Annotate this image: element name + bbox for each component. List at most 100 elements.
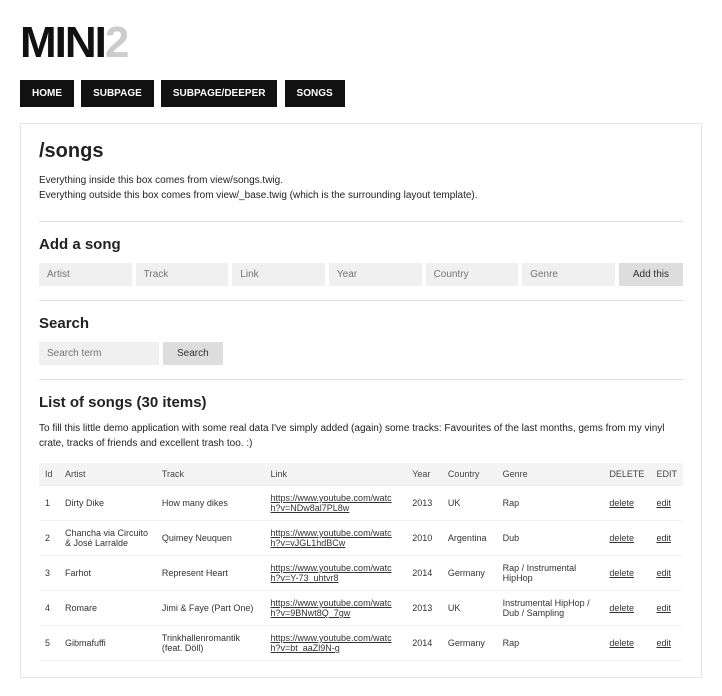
cell-edit: edit — [650, 486, 683, 521]
th-edit: EDIT — [650, 463, 683, 486]
song-link[interactable]: https://www.youtube.com/watch?v=bt_aaZl9… — [271, 633, 392, 653]
cell-year: 2013 — [406, 486, 442, 521]
cell-link: https://www.youtube.com/watch?v=NDw8al7P… — [265, 486, 407, 521]
cell-artist: Chancha via Circuito & José Larralde — [59, 521, 156, 556]
cell-year: 2013 — [406, 591, 442, 626]
cell-country: Germany — [442, 556, 497, 591]
cell-genre: Rap — [497, 626, 604, 661]
logo: MINI2 — [20, 18, 702, 68]
th-link: Link — [265, 463, 407, 486]
delete-link[interactable]: delete — [609, 533, 634, 543]
delete-link[interactable]: delete — [609, 603, 634, 613]
search-heading: Search — [39, 315, 683, 332]
desc-line2: Everything outside this box comes from v… — [39, 188, 683, 203]
th-country: Country — [442, 463, 497, 486]
edit-link[interactable]: edit — [656, 498, 671, 508]
link-input[interactable] — [232, 263, 325, 286]
delete-link[interactable]: delete — [609, 638, 634, 648]
cell-id: 2 — [39, 521, 59, 556]
desc-line1: Everything inside this box comes from vi… — [39, 173, 683, 188]
divider — [39, 300, 683, 301]
delete-link[interactable]: delete — [609, 568, 634, 578]
cell-delete: delete — [603, 626, 650, 661]
logo-suffix: 2 — [105, 18, 127, 67]
cell-delete: delete — [603, 521, 650, 556]
cell-edit: edit — [650, 521, 683, 556]
search-button[interactable]: Search — [163, 342, 223, 365]
nav-home[interactable]: HOME — [20, 80, 74, 107]
track-input[interactable] — [136, 263, 229, 286]
th-artist: Artist — [59, 463, 156, 486]
table-row: 5GibmafuffiTrinkhallenromantik (feat. Dö… — [39, 626, 683, 661]
cell-country: Argentina — [442, 521, 497, 556]
th-delete: DELETE — [603, 463, 650, 486]
cell-track: Represent Heart — [156, 556, 265, 591]
cell-id: 5 — [39, 626, 59, 661]
th-id: Id — [39, 463, 59, 486]
search-input[interactable] — [39, 342, 159, 365]
song-link[interactable]: https://www.youtube.com/watch?v=Y-73_uht… — [271, 563, 392, 583]
main-nav: HOME SUBPAGE SUBPAGE/DEEPER SONGS — [20, 80, 702, 107]
page-title: /songs — [39, 140, 683, 163]
th-track: Track — [156, 463, 265, 486]
cell-artist: Farhot — [59, 556, 156, 591]
cell-edit: edit — [650, 591, 683, 626]
song-link[interactable]: https://www.youtube.com/watch?v=vJGL1hdB… — [271, 528, 392, 548]
page-description: Everything inside this box comes from vi… — [39, 173, 683, 203]
song-link[interactable]: https://www.youtube.com/watch?v=9BNwt8Q_… — [271, 598, 392, 618]
cell-edit: edit — [650, 556, 683, 591]
cell-link: https://www.youtube.com/watch?v=vJGL1hdB… — [265, 521, 407, 556]
cell-track: Quimey Neuquen — [156, 521, 265, 556]
add-song-form: Add this — [39, 263, 683, 286]
table-row: 1Dirty DikeHow many dikes https://www.you… — [39, 486, 683, 521]
delete-link[interactable]: delete — [609, 498, 634, 508]
cell-genre: Rap — [497, 486, 604, 521]
cell-genre: Rap / Instrumental HipHop — [497, 556, 604, 591]
cell-artist: Gibmafuffi — [59, 626, 156, 661]
cell-artist: Dirty Dike — [59, 486, 156, 521]
list-heading: List of songs (30 items) — [39, 394, 683, 411]
cell-track: How many dikes — [156, 486, 265, 521]
nav-subpage[interactable]: SUBPAGE — [81, 80, 154, 107]
add-song-heading: Add a song — [39, 236, 683, 253]
cell-id: 4 — [39, 591, 59, 626]
edit-link[interactable]: edit — [656, 603, 671, 613]
cell-year: 2010 — [406, 521, 442, 556]
cell-edit: edit — [650, 626, 683, 661]
search-form: Search — [39, 342, 683, 365]
table-row: 4RomareJimi & Faye (Part One)https://www… — [39, 591, 683, 626]
cell-id: 1 — [39, 486, 59, 521]
genre-input[interactable] — [522, 263, 615, 286]
divider — [39, 221, 683, 222]
edit-link[interactable]: edit — [656, 638, 671, 648]
cell-genre: Dub — [497, 521, 604, 556]
cell-artist: Romare — [59, 591, 156, 626]
song-link[interactable]: https://www.youtube.com/watch?v=NDw8al7P… — [271, 493, 392, 513]
cell-delete: delete — [603, 556, 650, 591]
th-genre: Genre — [497, 463, 604, 486]
cell-country: UK — [442, 486, 497, 521]
cell-country: Germany — [442, 626, 497, 661]
nav-subpage-deeper[interactable]: SUBPAGE/DEEPER — [161, 80, 278, 107]
add-this-button[interactable]: Add this — [619, 263, 683, 286]
cell-link: https://www.youtube.com/watch?v=9BNwt8Q_… — [265, 591, 407, 626]
logo-main: MINI — [20, 18, 105, 67]
th-year: Year — [406, 463, 442, 486]
edit-link[interactable]: edit — [656, 568, 671, 578]
cell-id: 3 — [39, 556, 59, 591]
edit-link[interactable]: edit — [656, 533, 671, 543]
country-input[interactable] — [426, 263, 519, 286]
list-description: To fill this little demo application wit… — [39, 421, 683, 451]
cell-country: UK — [442, 591, 497, 626]
cell-delete: delete — [603, 591, 650, 626]
cell-year: 2014 — [406, 556, 442, 591]
cell-year: 2014 — [406, 626, 442, 661]
cell-track: Trinkhallenromantik (feat. Döll) — [156, 626, 265, 661]
songs-table: Id Artist Track Link Year Country Genre … — [39, 463, 683, 661]
nav-songs[interactable]: SONGS — [285, 80, 345, 107]
year-input[interactable] — [329, 263, 422, 286]
cell-genre: Instrumental HipHop / Dub / Sampling — [497, 591, 604, 626]
artist-input[interactable] — [39, 263, 132, 286]
cell-link: https://www.youtube.com/watch?v=Y-73_uht… — [265, 556, 407, 591]
cell-delete: delete — [603, 486, 650, 521]
